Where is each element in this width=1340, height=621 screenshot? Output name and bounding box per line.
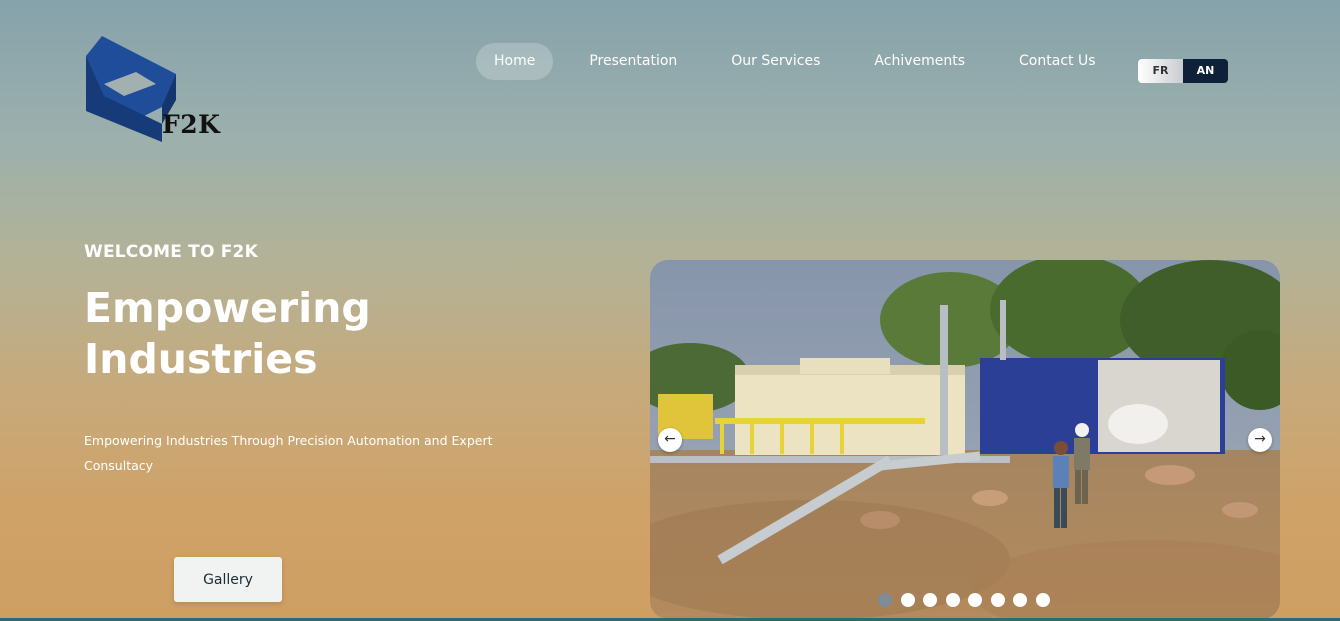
hero-headline: Empowering Industries [84,284,371,383]
gallery-button[interactable]: Gallery [174,557,282,602]
welcome-heading: WELCOME TO F2K [84,242,258,262]
carousel-dot[interactable] [900,593,915,607]
main-nav: Home Presentation Our Services Achivemen… [476,43,1114,80]
arrow-left-icon: ← [664,431,676,447]
nav-achivements[interactable]: Achivements [856,43,983,80]
logo-text: F2K [162,110,221,139]
carousel-prev-button[interactable]: ← [658,428,682,452]
nav-our-services[interactable]: Our Services [713,43,838,80]
language-fr-button[interactable]: FR [1138,59,1183,83]
image-carousel[interactable] [650,260,1280,619]
hero-description: Empowering Industries Through Precision … [84,433,493,473]
language-switcher: FR AN [1138,59,1228,83]
nav-contact-us[interactable]: Contact Us [1001,43,1113,80]
arrow-right-icon: → [1254,431,1266,447]
carousel-slide-image [650,260,1280,619]
language-an-button[interactable]: AN [1183,59,1228,83]
carousel-dot[interactable] [968,593,982,607]
nav-home[interactable]: Home [476,43,554,80]
carousel-dot[interactable] [945,593,960,607]
logo[interactable]: F2K [84,36,224,146]
carousel-next-button[interactable]: → [1248,428,1272,452]
carousel-indicators [878,593,1058,607]
carousel-dot[interactable] [1013,593,1027,607]
nav-presentation[interactable]: Presentation [571,43,695,80]
carousel-dot[interactable] [923,593,937,607]
carousel-dot[interactable] [878,593,892,607]
carousel-dot[interactable] [1035,593,1050,607]
carousel-dot[interactable] [990,593,1005,607]
